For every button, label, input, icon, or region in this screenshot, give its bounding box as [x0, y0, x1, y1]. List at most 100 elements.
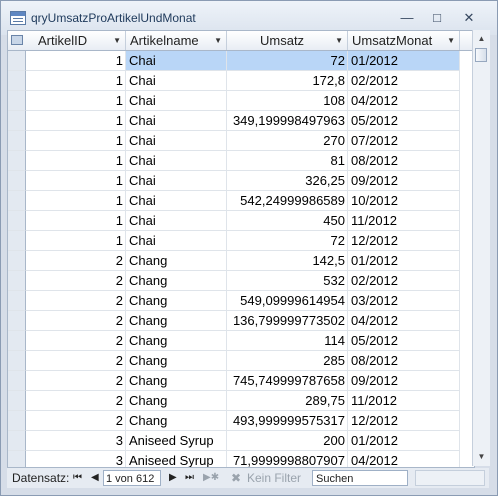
cell-artikelid[interactable]: 1: [26, 91, 126, 111]
cell-artikelid[interactable]: 1: [26, 231, 126, 251]
cell-umsatz[interactable]: 81: [227, 151, 348, 171]
record-selector[interactable]: [8, 131, 26, 151]
cell-artikelid[interactable]: 1: [26, 131, 126, 151]
cell-umsatz[interactable]: 450: [227, 211, 348, 231]
cell-artikelid[interactable]: 1: [26, 71, 126, 91]
last-record-icon[interactable]: ⏭: [185, 468, 194, 488]
table-row[interactable]: 2 Chang 549,09999614954 03/2012: [8, 291, 474, 311]
cell-umsatzmonat[interactable]: 05/2012: [348, 331, 460, 351]
record-selector[interactable]: [8, 291, 26, 311]
table-row[interactable]: 1 Chai 542,24999986589 10/2012: [8, 191, 474, 211]
record-selector[interactable]: [8, 151, 26, 171]
record-selector[interactable]: [8, 391, 26, 411]
filter-status[interactable]: Kein Filter: [247, 468, 301, 488]
cell-artikelid[interactable]: 1: [26, 51, 126, 71]
scroll-up-icon[interactable]: ▲: [474, 31, 489, 47]
cell-umsatz[interactable]: 172,8: [227, 71, 348, 91]
cell-umsatz[interactable]: 532: [227, 271, 348, 291]
cell-umsatz[interactable]: 549,09999614954: [227, 291, 348, 311]
cell-umsatzmonat[interactable]: 02/2012: [348, 271, 460, 291]
cell-artikelname[interactable]: Chai: [126, 151, 227, 171]
cell-umsatz[interactable]: 285: [227, 351, 348, 371]
cell-umsatz[interactable]: 289,75: [227, 391, 348, 411]
cell-artikelid[interactable]: 1: [26, 111, 126, 131]
cell-artikelid[interactable]: 3: [26, 431, 126, 451]
record-selector[interactable]: [8, 371, 26, 391]
cell-umsatz[interactable]: 71,9999998807907: [227, 451, 348, 467]
cell-umsatzmonat[interactable]: 12/2012: [348, 231, 460, 251]
table-row[interactable]: 2 Chang 532 02/2012: [8, 271, 474, 291]
cell-umsatz[interactable]: 542,24999986589: [227, 191, 348, 211]
cell-umsatz[interactable]: 493,999999575317: [227, 411, 348, 431]
cell-umsatz[interactable]: 270: [227, 131, 348, 151]
cell-artikelname[interactable]: Chai: [126, 191, 227, 211]
cell-artikelname[interactable]: Chai: [126, 131, 227, 151]
cell-umsatz[interactable]: 142,5: [227, 251, 348, 271]
sort-dropdown-icon[interactable]: ▼: [113, 31, 121, 50]
cell-artikelid[interactable]: 1: [26, 191, 126, 211]
cell-artikelid[interactable]: 2: [26, 291, 126, 311]
cell-artikelid[interactable]: 2: [26, 311, 126, 331]
sort-dropdown-icon[interactable]: ▼: [447, 31, 455, 50]
cell-artikelname[interactable]: Chai: [126, 211, 227, 231]
table-row[interactable]: 2 Chang 493,999999575317 12/2012: [8, 411, 474, 431]
cell-artikelname[interactable]: Chang: [126, 351, 227, 371]
table-row[interactable]: 1 Chai 81 08/2012: [8, 151, 474, 171]
cell-artikelname[interactable]: Chai: [126, 51, 227, 71]
cell-umsatz[interactable]: 745,749999787658: [227, 371, 348, 391]
cell-artikelname[interactable]: Chang: [126, 331, 227, 351]
table-row[interactable]: 1 Chai 450 11/2012: [8, 211, 474, 231]
cell-umsatzmonat[interactable]: 08/2012: [348, 351, 460, 371]
record-selector[interactable]: [8, 211, 26, 231]
cell-artikelid[interactable]: 1: [26, 171, 126, 191]
cell-umsatz[interactable]: 114: [227, 331, 348, 351]
record-selector[interactable]: [8, 231, 26, 251]
cell-umsatzmonat[interactable]: 08/2012: [348, 151, 460, 171]
table-row[interactable]: 2 Chang 114 05/2012: [8, 331, 474, 351]
cell-artikelname[interactable]: Chang: [126, 291, 227, 311]
cell-artikelid[interactable]: 2: [26, 351, 126, 371]
cell-umsatzmonat[interactable]: 11/2012: [348, 391, 460, 411]
search-input[interactable]: Suchen: [312, 470, 408, 486]
table-row[interactable]: 1 Chai 72 01/2012: [8, 51, 474, 71]
scroll-down-icon[interactable]: ▼: [474, 449, 489, 465]
cell-umsatzmonat[interactable]: 04/2012: [348, 91, 460, 111]
cell-umsatzmonat[interactable]: 05/2012: [348, 111, 460, 131]
cell-umsatzmonat[interactable]: 10/2012: [348, 191, 460, 211]
cell-umsatz[interactable]: 200: [227, 431, 348, 451]
header-artikelid[interactable]: ArtikelID ▼: [26, 31, 126, 50]
select-all-button[interactable]: [8, 31, 26, 50]
cell-umsatzmonat[interactable]: 07/2012: [348, 131, 460, 151]
record-selector[interactable]: [8, 271, 26, 291]
cell-artikelid[interactable]: 2: [26, 391, 126, 411]
cell-artikelid[interactable]: 2: [26, 371, 126, 391]
cell-umsatzmonat[interactable]: 09/2012: [348, 171, 460, 191]
record-selector[interactable]: [8, 191, 26, 211]
record-selector[interactable]: [8, 111, 26, 131]
table-row[interactable]: 1 Chai 349,199998497963 05/2012: [8, 111, 474, 131]
cell-artikelname[interactable]: Chai: [126, 91, 227, 111]
record-selector[interactable]: [8, 171, 26, 191]
table-row[interactable]: 2 Chang 289,75 11/2012: [8, 391, 474, 411]
cell-umsatz[interactable]: 72: [227, 231, 348, 251]
cell-artikelid[interactable]: 1: [26, 211, 126, 231]
cell-umsatz[interactable]: 136,799999773502: [227, 311, 348, 331]
record-selector[interactable]: [8, 251, 26, 271]
record-selector[interactable]: [8, 351, 26, 371]
vertical-scrollbar[interactable]: ▲ ▼: [472, 30, 490, 466]
cell-artikelname[interactable]: Aniseed Syrup: [126, 431, 227, 451]
header-umsatz[interactable]: Umsatz ▼: [227, 31, 348, 50]
cell-artikelname[interactable]: Chang: [126, 371, 227, 391]
cell-artikelid[interactable]: 2: [26, 331, 126, 351]
sort-dropdown-icon[interactable]: ▼: [335, 31, 343, 50]
new-record-icon[interactable]: ▶✱: [203, 468, 219, 488]
cell-umsatzmonat[interactable]: 02/2012: [348, 71, 460, 91]
table-row[interactable]: 1 Chai 172,8 02/2012: [8, 71, 474, 91]
record-selector[interactable]: [8, 451, 26, 467]
cell-artikelname[interactable]: Chang: [126, 251, 227, 271]
table-row[interactable]: 3 Aniseed Syrup 71,9999998807907 04/2012: [8, 451, 474, 467]
cell-umsatz[interactable]: 72: [227, 51, 348, 71]
record-selector[interactable]: [8, 71, 26, 91]
cell-umsatz[interactable]: 326,25: [227, 171, 348, 191]
filter-funnel-icon[interactable]: ✖: [231, 468, 241, 488]
